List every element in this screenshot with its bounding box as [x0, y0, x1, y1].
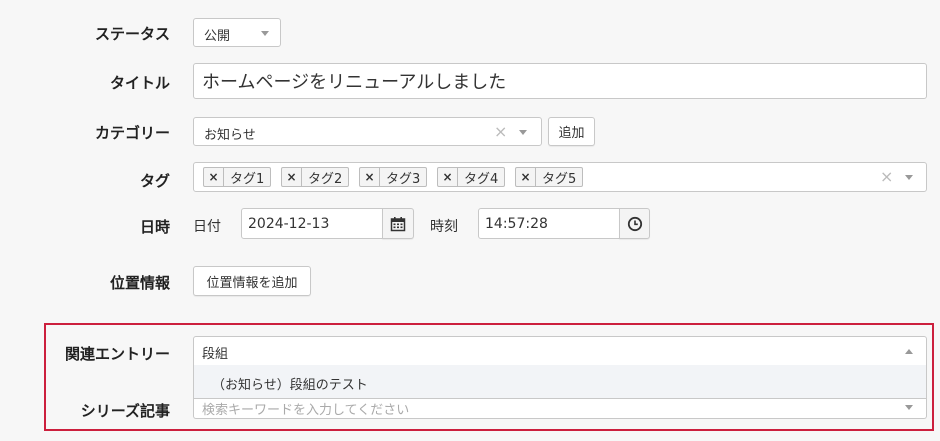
- calendar-button[interactable]: [382, 208, 414, 239]
- caret-down-icon: [261, 31, 269, 36]
- clear-icon[interactable]: ×: [880, 169, 893, 185]
- series-placeholder: 検索キーワードを入力してください: [202, 403, 410, 418]
- title-label: タイトル: [109, 74, 170, 92]
- related-entry-dropdown: （お知らせ）段組のテスト: [193, 365, 927, 399]
- tags-select[interactable]: × タグ1 × タグ2 × タグ3 × タグ4 × タグ5 ×: [193, 162, 927, 192]
- dropdown-option[interactable]: （お知らせ）段組のテスト: [212, 374, 368, 393]
- related-entry-select[interactable]: 段組: [193, 336, 927, 366]
- tag-remove-icon[interactable]: ×: [438, 168, 458, 186]
- clock-button[interactable]: [619, 208, 650, 239]
- clock-icon: [627, 216, 642, 231]
- date-label: 日付: [193, 219, 221, 235]
- caret-down-icon: [905, 175, 913, 180]
- tag-item: × タグ1: [203, 167, 272, 187]
- title-input[interactable]: [193, 63, 927, 99]
- tag-remove-icon[interactable]: ×: [516, 168, 536, 186]
- related-entry-input[interactable]: 段組: [202, 343, 228, 362]
- caret-up-icon: [905, 349, 913, 354]
- tag-item: × タグ2: [281, 167, 350, 187]
- series-label: シリーズ記事: [80, 402, 170, 420]
- category-label: カテゴリー: [94, 124, 170, 142]
- time-label: 時刻: [430, 219, 458, 235]
- category-add-button[interactable]: 追加: [548, 117, 595, 146]
- time-input[interactable]: [478, 208, 620, 239]
- tag-label: タグ2: [308, 171, 343, 187]
- category-select-value: お知らせ: [204, 128, 256, 143]
- caret-down-icon: [519, 130, 527, 135]
- calendar-icon: [390, 216, 406, 231]
- status-select-value: 公開: [204, 29, 231, 44]
- date-input[interactable]: [241, 208, 383, 239]
- clear-icon[interactable]: ×: [494, 124, 507, 140]
- tag-label: タグ1: [230, 171, 265, 187]
- tag-item: × タグ5: [515, 167, 584, 187]
- related-label: 関連エントリー: [64, 345, 170, 363]
- tag-item: × タグ4: [437, 167, 506, 187]
- category-select[interactable]: お知らせ ×: [193, 117, 542, 146]
- status-select[interactable]: 公開: [193, 18, 281, 47]
- tag-label: タグ5: [542, 171, 577, 187]
- tag-label: タグ3: [386, 171, 421, 187]
- status-label: ステータス: [94, 25, 170, 43]
- tag-remove-icon[interactable]: ×: [360, 168, 380, 186]
- tag-item: × タグ3: [359, 167, 428, 187]
- add-location-button[interactable]: 位置情報を追加: [193, 266, 311, 296]
- series-select[interactable]: 検索キーワードを入力してください: [193, 399, 927, 419]
- caret-down-icon: [905, 405, 913, 410]
- location-label: 位置情報: [109, 274, 170, 292]
- tag-remove-icon[interactable]: ×: [204, 168, 224, 186]
- tag-remove-icon[interactable]: ×: [282, 168, 302, 186]
- tag-label: タグ4: [464, 171, 499, 187]
- tags-label: タグ: [139, 172, 170, 190]
- datetime-label: 日時: [139, 218, 170, 236]
